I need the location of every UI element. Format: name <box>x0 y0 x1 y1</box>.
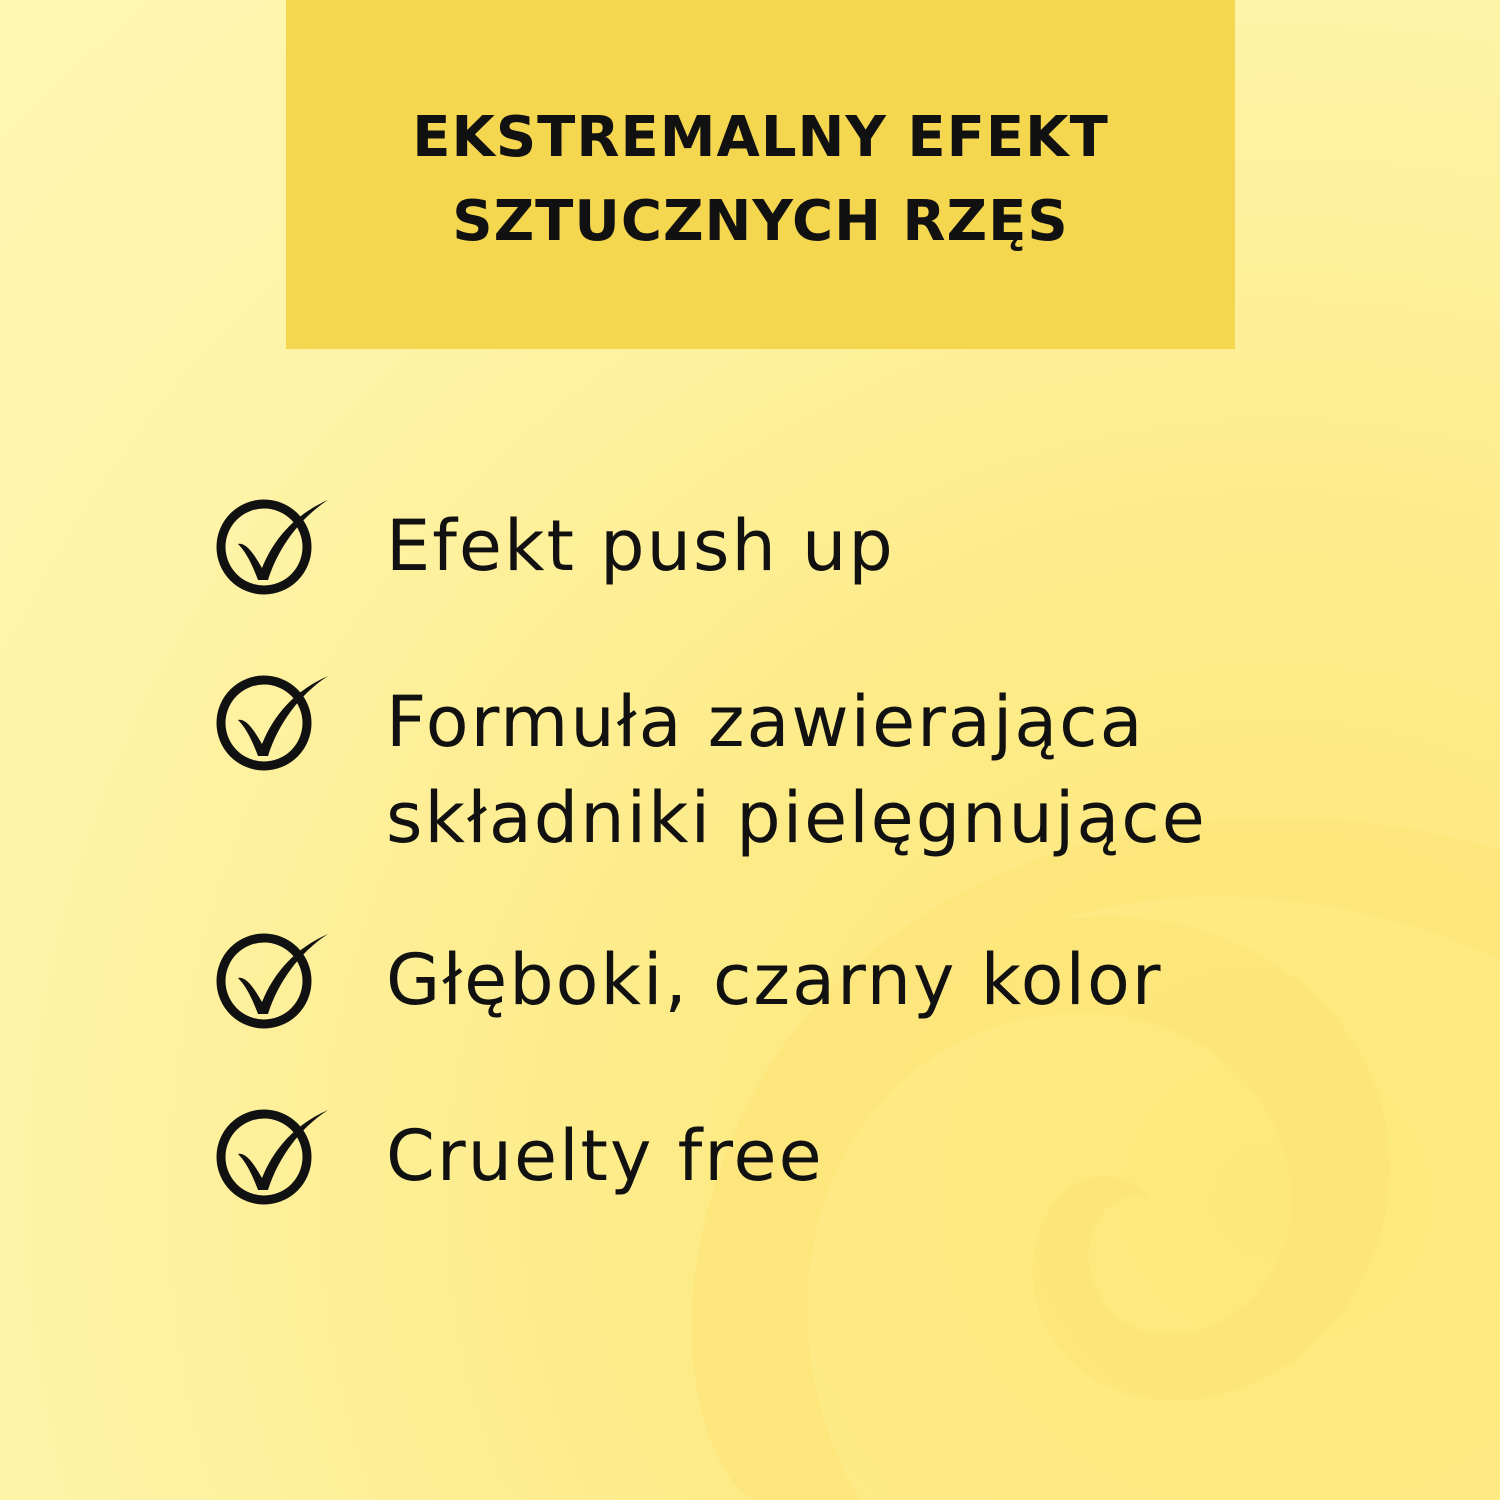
check-circle-icon <box>216 933 328 1029</box>
check-circle-icon <box>216 499 328 595</box>
check-circle-icon <box>216 675 328 771</box>
header-banner: EKSTREMALNY EFEKT SZTUCZNYCH RZĘS <box>286 0 1235 349</box>
feature-label: Cruelty free <box>386 1115 824 1197</box>
header-title-line-1: EKSTREMALNY EFEKT <box>412 104 1109 170</box>
feature-label-line-2: składniki pielęgnujące <box>386 777 1207 859</box>
header-title-line-2: SZTUCZNYCH RZĘS <box>452 188 1069 254</box>
feature-label: Efekt push up <box>386 505 895 587</box>
feature-label-line-1: Formuła zawierająca <box>386 681 1145 763</box>
feature-label: Głęboki, czarny kolor <box>386 939 1163 1021</box>
check-circle-icon <box>216 1109 328 1205</box>
